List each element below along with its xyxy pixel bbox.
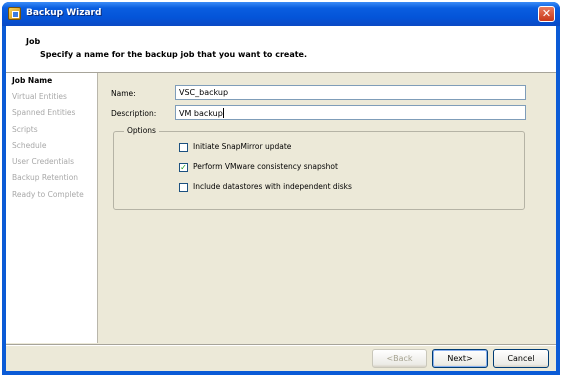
wizard-steps-panel: Job Name Virtual Entities Spanned Entiti…: [6, 73, 98, 343]
footer-divider: [6, 344, 556, 346]
step-scripts: Scripts: [12, 125, 38, 134]
page-title: Job: [26, 37, 41, 46]
description-input[interactable]: VM backup: [175, 105, 526, 120]
back-button[interactable]: <Back: [372, 349, 427, 368]
consistency-snapshot-label[interactable]: Perform VMware consistency snapshot: [193, 162, 338, 171]
name-input[interactable]: VSC_backup: [175, 85, 526, 100]
step-spanned-entities: Spanned Entities: [12, 108, 76, 117]
options-group: Options Initiate SnapMirror update ✓ Per…: [113, 126, 525, 210]
snapmirror-checkbox[interactable]: [179, 143, 188, 152]
job-form-panel: Name: VSC_backup Description: VM backup …: [98, 73, 556, 343]
dialog-client-area: Job Specify a name for the backup job th…: [6, 26, 556, 371]
independent-disks-label[interactable]: Include datastores with independent disk…: [193, 182, 352, 191]
description-label: Description:: [111, 109, 157, 118]
step-schedule: Schedule: [12, 141, 47, 150]
step-virtual-entities: Virtual Entities: [12, 92, 67, 101]
backup-wizard-icon: [8, 7, 21, 20]
page-subtitle: Specify a name for the backup job that y…: [40, 50, 308, 59]
title-bar[interactable]: Backup Wizard ✕: [2, 2, 560, 26]
close-button[interactable]: ✕: [538, 6, 555, 22]
window-title: Backup Wizard: [26, 8, 102, 18]
options-group-title: Options: [124, 126, 159, 135]
name-label: Name:: [111, 89, 136, 98]
consistency-snapshot-checkbox[interactable]: ✓: [179, 163, 188, 172]
step-job-name: Job Name: [12, 76, 53, 85]
description-value: VM backup: [179, 109, 223, 118]
name-value: VSC_backup: [179, 88, 229, 97]
wizard-header: Job Specify a name for the backup job th…: [6, 26, 556, 73]
backup-wizard-window: Backup Wizard ✕ Job Specify a name for t…: [2, 2, 560, 375]
text-cursor: [222, 108, 224, 118]
step-backup-retention: Backup Retention: [12, 173, 79, 182]
independent-disks-checkbox[interactable]: [179, 183, 188, 192]
step-user-credentials: User Credentials: [12, 157, 74, 166]
step-ready-to-complete: Ready to Complete: [12, 190, 84, 199]
checkmark-icon: ✓: [180, 163, 187, 172]
cancel-button[interactable]: Cancel: [493, 349, 549, 368]
snapmirror-label[interactable]: Initiate SnapMirror update: [193, 142, 291, 151]
next-button[interactable]: Next>: [432, 349, 488, 368]
